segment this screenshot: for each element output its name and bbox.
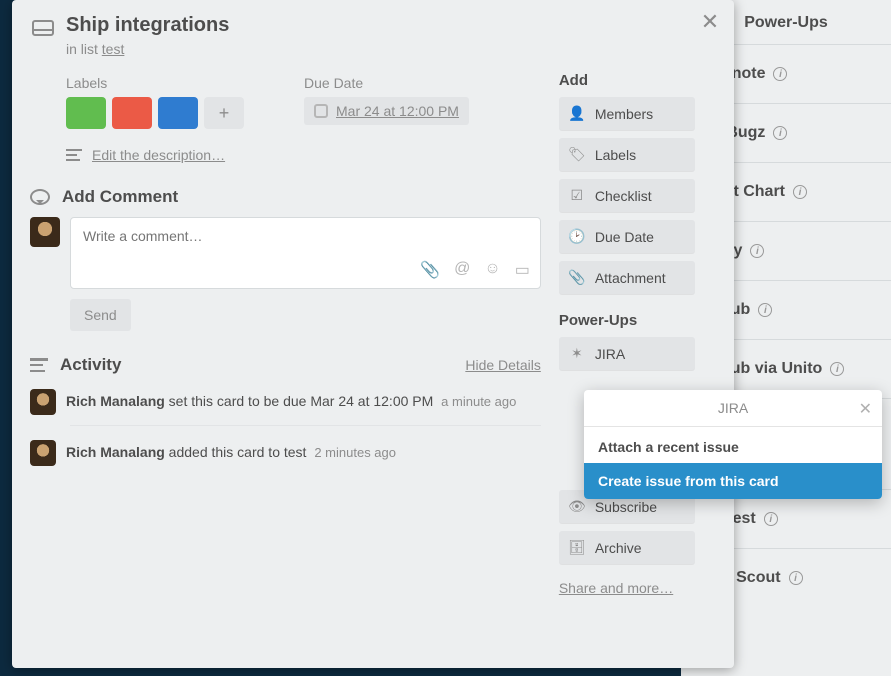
activity-user[interactable]: Rich Manalang [66,393,165,409]
info-icon[interactable]: i [793,185,807,199]
attachment-icon[interactable]: 📎 [420,260,440,280]
info-icon[interactable]: i [758,303,772,317]
due-date-header: Due Date [304,75,469,91]
activity-action: set this card to be due Mar 24 at 12:00 … [165,393,433,409]
sidebar-powerups-header: Power-Ups [559,312,716,329]
card-icon [32,20,54,36]
archive-button[interactable]: 🗄Archive [559,531,695,564]
comment-input[interactable] [83,228,528,244]
attachment-button[interactable]: 📎Attachment [559,261,695,294]
emoji-icon[interactable]: ☺ [484,260,500,280]
jira-popover: JIRA ✕ Attach a recent issue Create issu… [584,390,882,499]
jira-button[interactable]: ✶JIRA [559,337,695,370]
activity-action: added this card to test [165,444,307,460]
info-icon[interactable]: i [789,571,803,585]
card-main: Ship integrations in list test Labels + [30,14,541,598]
due-date-block: Due Date Mar 24 at 12:00 PM [304,75,469,129]
paperclip-icon: 📎 [569,269,585,286]
list-link[interactable]: test [102,41,125,57]
edit-description-link[interactable]: Edit the description… [66,147,541,163]
eye-icon: 👁 [569,498,585,515]
tag-icon: 🏷 [569,146,585,163]
popover-title: JIRA ✕ [584,390,882,427]
avatar[interactable] [30,217,60,247]
card-embed-icon[interactable]: ▭ [515,260,530,280]
members-button[interactable]: 👤Members [559,97,695,130]
comment-icon [30,189,50,205]
labels-header: Labels [66,75,244,91]
add-label-button[interactable]: + [204,97,244,129]
add-comment-header: Add Comment [62,187,178,207]
avatar[interactable] [30,389,56,415]
avatar[interactable] [30,440,56,466]
activity-entry: Rich Manalang set this card to be due Ma… [30,389,541,415]
activity-time[interactable]: 2 minutes ago [314,445,396,460]
close-icon[interactable]: ✕ [859,399,872,419]
comment-box[interactable]: 📎 @ ☺ ▭ [70,217,541,289]
hide-details-link[interactable]: Hide Details [465,357,540,373]
info-icon[interactable]: i [773,67,787,81]
checklist-button[interactable]: ☑Checklist [559,179,695,212]
person-icon: 👤 [569,105,585,122]
labels-button[interactable]: 🏷Labels [559,138,695,171]
card-sidebar: Add 👤Members 🏷Labels ☑Checklist 🕑Due Dat… [559,14,716,598]
checklist-icon: ☑ [569,187,585,204]
due-date-text: Mar 24 at 12:00 PM [336,103,459,119]
card-modal: ✕ Ship integrations in list test Labels [12,0,734,668]
label-red[interactable] [112,97,152,129]
jira-icon: ✶ [569,345,585,362]
activity-header: Activity [60,355,121,375]
label-green[interactable] [66,97,106,129]
sidebar-add-header: Add [559,72,716,89]
activity-icon [30,358,48,372]
activity-time[interactable]: a minute ago [441,394,516,409]
activity-user[interactable]: Rich Manalang [66,444,165,460]
info-icon[interactable]: i [764,512,778,526]
due-date-button[interactable]: 🕑Due Date [559,220,695,253]
card-list-location: in list test [66,41,229,57]
close-icon[interactable]: ✕ [698,10,722,34]
card-title[interactable]: Ship integrations [66,14,229,37]
label-blue[interactable] [158,97,198,129]
description-icon [66,149,82,161]
divider [70,425,541,426]
due-date-badge[interactable]: Mar 24 at 12:00 PM [304,97,469,125]
clock-icon: 🕑 [569,228,585,245]
share-more-link[interactable]: Share and more… [559,580,673,596]
info-icon[interactable]: i [773,126,787,140]
due-checkbox[interactable] [314,104,328,118]
popover-section-header: Attach a recent issue [584,427,882,463]
archive-icon: 🗄 [569,539,585,556]
mention-icon[interactable]: @ [454,260,470,280]
activity-entry: Rich Manalang added this card to test 2 … [30,440,541,466]
info-icon[interactable]: i [830,362,844,376]
send-button[interactable]: Send [70,299,131,331]
info-icon[interactable]: i [750,244,764,258]
labels-block: Labels + [66,75,244,129]
create-issue-item[interactable]: Create issue from this card [584,463,882,499]
